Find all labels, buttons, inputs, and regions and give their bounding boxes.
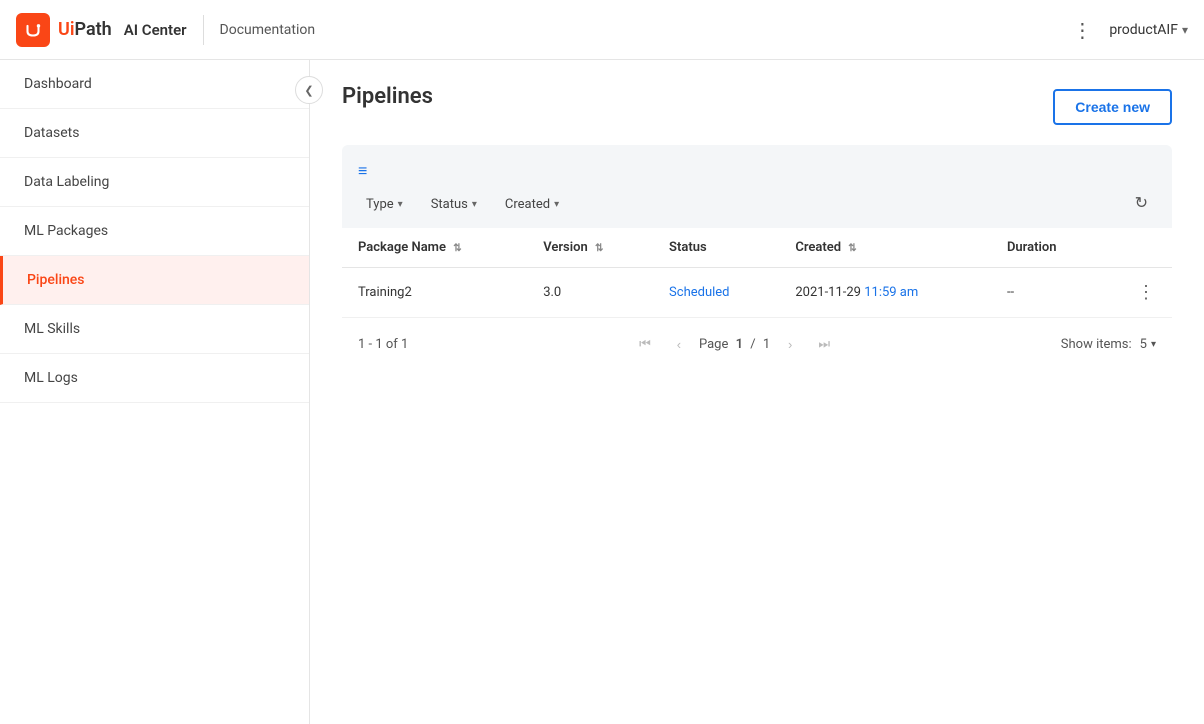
pagination-controls: ⏮ ‹ Page 1 / 1 › ⏭	[631, 330, 838, 358]
items-per-page-select[interactable]: 5 ▾	[1140, 337, 1156, 352]
logo-area: UiPath AI Center	[16, 13, 187, 47]
table-row: Training2 3.0 Scheduled 2021-11-29 11:59…	[342, 268, 1172, 318]
sidebar-item-data-labeling[interactable]: Data Labeling	[0, 158, 309, 207]
created-sort-icon[interactable]: ⇅	[848, 243, 856, 254]
sidebar-item-pipelines[interactable]: Pipelines	[0, 256, 309, 305]
filter-icon-row: ≡	[342, 161, 1172, 193]
pagination-row: 1 - 1 of 1 ⏮ ‹ Page 1 / 1 › ⏭ Show items…	[342, 318, 1172, 370]
show-items-control: Show items: 5 ▾	[1061, 337, 1156, 352]
type-filter[interactable]: Type ▾	[358, 193, 411, 216]
sidebar-item-ml-skills[interactable]: ML Skills	[0, 305, 309, 354]
chevron-down-icon: ▾	[1182, 23, 1188, 37]
items-per-page-value: 5	[1140, 337, 1147, 352]
cell-duration: --	[991, 268, 1102, 318]
main-content: Pipelines Create new ≡ Type ▾ Status ▾ C…	[310, 60, 1204, 724]
sidebar-item-dashboard[interactable]: Dashboard	[0, 60, 309, 109]
col-actions	[1102, 228, 1172, 268]
next-page-button[interactable]: ›	[776, 330, 804, 358]
header-divider	[203, 15, 204, 45]
cell-package-name: Training2	[342, 268, 527, 318]
show-items-label: Show items:	[1061, 337, 1132, 352]
cell-version: 3.0	[527, 268, 653, 318]
sidebar-item-ml-logs[interactable]: ML Logs	[0, 354, 309, 403]
pipelines-table: Package Name ⇅ Version ⇅ Status Created	[342, 228, 1172, 318]
create-new-button[interactable]: Create new	[1053, 89, 1172, 125]
pipelines-table-container: ≡ Type ▾ Status ▾ Created ▾ ↻	[342, 145, 1172, 370]
refresh-icon[interactable]: ↻	[1135, 193, 1148, 212]
col-version: Version ⇅	[527, 228, 653, 268]
total-pages: 1	[763, 337, 770, 352]
header-right: ⋮ productAIF ▾	[1072, 18, 1188, 42]
table-header-row: Package Name ⇅ Version ⇅ Status Created	[342, 228, 1172, 268]
created-filter[interactable]: Created ▾	[497, 193, 567, 216]
status-filter[interactable]: Status ▾	[423, 193, 485, 216]
cell-created: 2021-11-29 11:59 am	[779, 268, 991, 318]
col-created: Created ⇅	[779, 228, 991, 268]
app-header: UiPath AI Center Documentation ⋮ product…	[0, 0, 1204, 60]
status-filter-arrow: ▾	[472, 199, 477, 210]
page-header-row: Pipelines Create new	[342, 84, 1172, 129]
page-title: Pipelines	[342, 84, 433, 109]
last-page-button[interactable]: ⏭	[810, 330, 838, 358]
app-layout: Dashboard Datasets Data Labeling ML Pack…	[0, 60, 1204, 724]
created-filter-arrow: ▾	[554, 199, 559, 210]
brand-name: UiPath	[58, 19, 112, 40]
product-name: AI Center	[124, 21, 187, 39]
pagination-info: 1 - 1 of 1	[358, 337, 408, 352]
filter-chips: Type ▾ Status ▾ Created ▾ ↻	[342, 193, 1172, 228]
col-duration: Duration	[991, 228, 1102, 268]
version-sort-icon[interactable]: ⇅	[595, 243, 603, 254]
sidebar-item-ml-packages[interactable]: ML Packages	[0, 207, 309, 256]
uipath-logo	[16, 13, 50, 47]
user-name: productAIF	[1109, 22, 1178, 38]
cell-status: Scheduled	[653, 268, 779, 318]
more-options-icon[interactable]: ⋮	[1072, 18, 1093, 42]
type-filter-arrow: ▾	[398, 199, 403, 210]
documentation-link[interactable]: Documentation	[220, 22, 316, 38]
page-label: Page 1 / 1	[699, 337, 770, 352]
row-more-options-icon[interactable]: ⋮	[1137, 282, 1156, 303]
items-per-page-arrow: ▾	[1151, 339, 1156, 350]
sidebar-collapse-button[interactable]: ❮	[295, 76, 323, 104]
cell-row-actions: ⋮	[1102, 268, 1172, 318]
col-status: Status	[653, 228, 779, 268]
package-name-sort-icon[interactable]: ⇅	[453, 243, 461, 254]
col-package-name: Package Name ⇅	[342, 228, 527, 268]
prev-page-button[interactable]: ‹	[665, 330, 693, 358]
user-menu[interactable]: productAIF ▾	[1109, 22, 1188, 38]
first-page-button[interactable]: ⏮	[631, 330, 659, 358]
sidebar-item-datasets[interactable]: Datasets	[0, 109, 309, 158]
filter-icon[interactable]: ≡	[358, 161, 367, 180]
sidebar: Dashboard Datasets Data Labeling ML Pack…	[0, 60, 310, 724]
current-page: 1	[736, 337, 743, 352]
